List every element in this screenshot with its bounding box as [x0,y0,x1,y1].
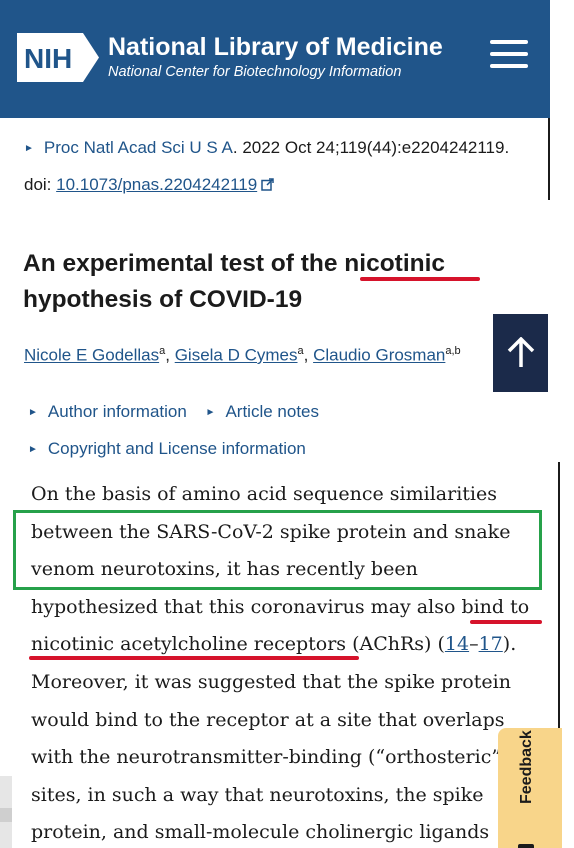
svg-text:NIH: NIH [24,43,72,74]
abstract-text-span: ). [502,633,517,656]
abstract-highlight: bind to [461,595,530,618]
frame-border [548,118,550,200]
abstract-line: would bind to the receptor at a site tha… [31,708,505,731]
doi-label: doi: [24,175,57,194]
background-window-edge [0,808,12,822]
abstract-text-span: (AChRs) ( [346,633,445,656]
author-affiliation: a [297,345,304,357]
abstract-line: with the neurotransmitter-binding (“orth… [31,746,509,769]
info-links: ► Author information ► Article notes [28,402,319,422]
title-highlight: nicotinic [344,250,446,277]
title-line2: hypothesis of COVID-19 [23,286,303,313]
doi-line: doi: 10.1073/pnas.2204242119 [24,175,274,195]
triangle-right-icon: ► [24,143,34,154]
abstract-line: Moreover, it was suggested that the spik… [31,670,511,693]
triangle-right-icon: ► [28,407,38,418]
site-subtitle: National Center for Biotechnology Inform… [108,64,402,80]
triangle-right-icon: ► [28,444,38,455]
citation-line: ► Proc Natl Acad Sci U S A. 2022 Oct 24;1… [24,138,509,158]
hamburger-menu-icon[interactable] [488,36,532,72]
site-title[interactable]: National Library of Medicine [108,33,443,62]
red-underline-annotation [29,656,359,660]
journal-link[interactable]: Proc Natl Acad Sci U S A [44,138,233,157]
triangle-right-icon: ► [205,407,216,418]
copyright-toggle[interactable]: ► Copyright and License information [28,439,306,459]
author-link[interactable]: Claudio Grosman [313,346,445,365]
site-header: NIH National Library of Medicine Nationa… [0,0,550,118]
author-link[interactable]: Gisela D Cymes [175,346,298,365]
abstract-line: On the basis of amino acid sequence simi… [31,483,498,505]
abstract-text-span: – [469,633,479,656]
reference-link[interactable]: 17 [479,633,503,655]
abstract-line: protein, and small-molecule cholinergic … [31,821,490,844]
back-to-top-button[interactable] [493,314,548,392]
feedback-label: Feedback [518,730,535,804]
title-part1: An experimental test of the [23,250,345,277]
green-highlight-box [13,510,542,590]
copyright-label: Copyright and License information [47,439,306,458]
red-underline-annotation [470,620,542,624]
author-affiliation: a,b [445,345,461,357]
nih-logo[interactable]: NIH [17,33,99,82]
red-underline-annotation [360,277,480,281]
author-list: Nicole E Godellasa, Gisela D Cymesa, Cla… [24,345,461,365]
external-link-icon [261,178,274,191]
article-notes-toggle[interactable]: Article notes [225,402,319,421]
abstract-line: sites, in such a way that neurotoxins, t… [31,783,484,806]
author-link[interactable]: Nicole E Godellas [24,346,159,365]
article-title: An experimental test of the nicotinic hy… [23,246,533,318]
author-affiliation: a [159,345,166,357]
abstract-highlight: nicotinic acetylcholine receptors [31,633,347,656]
citation-details: . 2022 Oct 24;119(44):e2204242119. [232,138,510,157]
feedback-button[interactable]: Feedback [498,728,562,848]
author-information-toggle[interactable]: Author information [48,402,187,421]
doi-link[interactable]: 10.1073/pnas.2204242119 [56,175,257,194]
arrow-up-icon [507,337,534,367]
abstract-text-span: hypothesized that this coronavirus may a… [31,595,462,618]
reference-link[interactable]: 14 [445,633,469,655]
feedback-icon [518,844,534,848]
